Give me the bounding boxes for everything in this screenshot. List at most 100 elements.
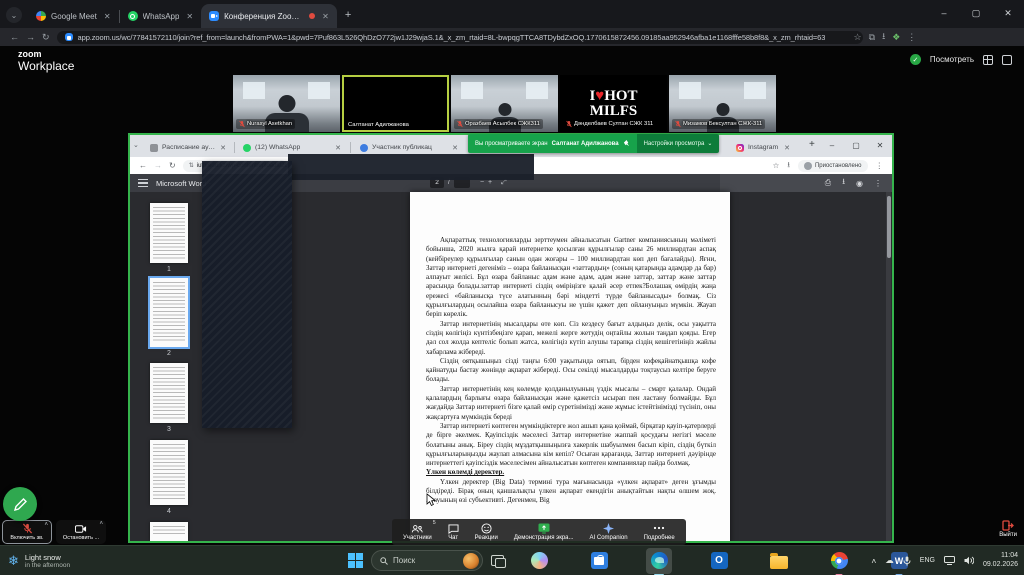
network-icon[interactable] [944,556,955,565]
download-icon[interactable]: ⭳ [882,29,885,45]
edge-app-icon[interactable] [646,548,672,574]
language-indicator[interactable]: ENG [920,557,935,564]
reactions-button[interactable]: Реакции [467,519,506,545]
profile-paused-pill[interactable]: Приостановлено [798,160,868,172]
video-tile-active-speaker[interactable]: Салтанат Адилжанова [342,75,449,132]
weather-widget[interactable]: ❄ Light snow in the afternoon [8,553,70,569]
share-screen-button[interactable]: Демонстрация экра... [506,519,582,545]
minimize-button[interactable]: – [928,0,960,26]
close-tab-icon[interactable]: ✕ [335,144,341,152]
sidebar-toggle-icon[interactable] [138,179,148,187]
outer-tab-whatsapp[interactable]: WhatsApp ✕ [120,4,202,28]
view-button[interactable]: Посмотреть [930,55,974,64]
new-tab-button[interactable]: + [809,139,815,150]
search-box[interactable]: Поиск [371,550,483,571]
tab-group-icon[interactable]: ⧉ [869,32,875,43]
start-button[interactable] [348,553,363,568]
print-icon[interactable]: ⎙ [825,178,831,188]
close-tab-icon[interactable]: ✕ [784,144,790,152]
extension-icon[interactable]: ❖ [892,32,900,43]
page-thumbnail-2-selected[interactable] [150,278,188,347]
microsoft-store-app-icon[interactable] [586,548,612,574]
chevron-up-icon[interactable]: ˄ [44,522,48,528]
video-tile-meme[interactable]: I♥HOT MILFS Дәнделбаев Султан СЖК 311 [560,75,667,132]
close-tab-icon[interactable]: ✕ [184,12,193,21]
chrome-app-icon[interactable] [826,548,852,574]
address-bar[interactable]: app.zoom.us/wc/77841572110/join?ref_from… [57,31,863,44]
participants-button[interactable]: 5 Участники [395,519,440,545]
ai-companion-button[interactable]: AI Companion [582,519,636,545]
chevron-up-icon[interactable]: ˄ [99,521,103,527]
more-button[interactable]: Подробнее [636,519,683,545]
close-tab-icon[interactable]: ✕ [320,12,329,21]
new-tab-button[interactable]: + [345,9,351,21]
more-dots-icon [653,523,665,534]
search-daily-image [463,553,479,569]
back-icon[interactable]: ← [139,161,147,170]
leave-meeting-button[interactable]: Выйти [999,520,1017,538]
clock-widget[interactable]: 11:04 09.02.2026 [983,552,1018,570]
chat-button[interactable]: Чат [440,519,467,545]
download-icon[interactable]: ⭳ [787,159,790,172]
outlook-app-icon[interactable]: O [706,548,732,574]
shared-tab-schedule[interactable]: Расписание аудито ✕ [144,138,232,157]
bookmark-star-icon[interactable]: ☆ [773,161,780,170]
video-tile[interactable]: Nurasyl Asetkhan [233,75,340,132]
unmute-button[interactable]: Включить зв. ˄ [2,520,52,544]
close-tab-icon[interactable]: ✕ [102,12,111,21]
page-thumbnail-4[interactable] [150,440,188,505]
screen-share-banner: Вы просматриваете экран Салтанат Адилжан… [468,134,719,153]
outer-tab-zoom-conference[interactable]: Конференция Zoom Сал ✕ [201,4,337,28]
pdf-scrollbar[interactable] [886,192,891,541]
tab-search-chevron-icon[interactable]: ⌄ [133,141,139,149]
fullscreen-icon[interactable] [1002,55,1012,65]
view-settings-button[interactable]: Настройки просмотра ⌄ [637,134,720,153]
tray-chevron-up-icon[interactable]: ˄ [871,556,876,566]
minimize-button[interactable]: – [820,135,844,155]
page-thumbnail-3[interactable] [150,363,188,423]
page-thumbnail-1[interactable] [150,203,188,263]
whatsapp-favicon [243,144,251,152]
volume-icon[interactable] [964,556,974,565]
forward-icon[interactable]: → [26,32,35,42]
reload-icon[interactable]: ↻ [42,32,50,43]
close-button[interactable]: ✕ [868,135,892,155]
copilot-app-icon[interactable] [526,548,552,574]
reload-icon[interactable]: ↻ [169,161,176,170]
browser-menu-icon[interactable]: ⋮ [876,161,884,170]
browser-menu-icon[interactable]: ⋮ [907,32,916,43]
close-tab-icon[interactable]: ✕ [220,144,226,152]
task-view-button[interactable] [491,555,504,566]
tray-date: 09.02.2026 [983,561,1018,570]
zoom-in-icon[interactable]: + [488,179,492,186]
stop-video-button[interactable]: Остановить ... ˄ [56,520,106,544]
close-button[interactable]: ✕ [992,0,1024,26]
tray-mic-icon[interactable] [903,556,911,566]
bookmark-star-icon[interactable]: ☆ [854,32,862,43]
file-explorer-app-icon[interactable] [766,548,792,574]
close-tab-icon[interactable]: ✕ [452,144,458,152]
zoom-out-icon[interactable]: − [480,179,484,186]
pin-icon[interactable] [623,140,630,147]
tab-search-chevron-icon[interactable]: ⌄ [6,7,22,23]
gallery-view-icon[interactable] [983,55,993,65]
back-icon[interactable]: ← [10,32,19,42]
video-tile[interactable]: Оразбаев Асылбек СЖК311 [451,75,558,132]
scrollbar-thumb[interactable] [887,196,891,258]
forward-icon[interactable]: → [154,161,162,170]
security-shield-icon[interactable]: ✓ [910,54,921,65]
zoom-toolbar-left: Включить зв. ˄ Остановить ... ˄ [2,520,106,544]
video-tile[interactable]: Мизамов Бексултан СЖК-311 [669,75,776,132]
shared-tab-instagram[interactable]: Instagram ✕ [730,138,796,157]
maximize-button[interactable]: ▢ [960,0,992,26]
page-thumbnail-5[interactable] [150,522,188,541]
site-favicon [65,33,73,41]
outer-tab-google-meet[interactable]: Google Meet ✕ [28,4,119,28]
pdf-menu-icon[interactable]: ⋮ [874,179,882,188]
presentation-icon[interactable]: ◉ [856,179,863,188]
pdf-download-icon[interactable]: ⭳ [842,176,845,190]
pdf-toolbar-right: ⎙ ⭳ ◉ ⋮ [720,174,892,192]
maximize-button[interactable]: ▢ [844,135,868,155]
annotate-button[interactable] [3,487,37,521]
cloud-icon[interactable]: ☁ [885,555,894,566]
